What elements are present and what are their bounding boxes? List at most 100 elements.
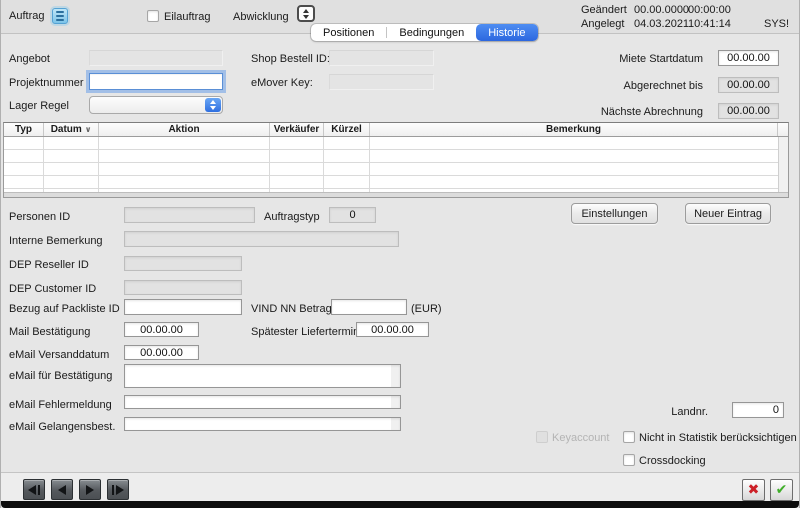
lager-regel-label: Lager Regel [9, 100, 69, 112]
spaetester-liefertermin-label: Spätester Liefertermin [251, 326, 359, 338]
eilauftrag-checkbox[interactable] [147, 10, 159, 22]
modified-time: 00:00:00 [688, 4, 731, 16]
tab-bedingungen[interactable]: Bedingungen [387, 24, 476, 41]
projektnummer-input[interactable] [89, 73, 223, 90]
abgerechnet-bis-field: 00.00.00 [718, 77, 779, 93]
first-record-icon [28, 485, 36, 495]
tab-bar: Positionen Bedingungen Historie [311, 24, 538, 41]
auftragstyp-field: 0 [329, 207, 376, 223]
email-versanddatum-label: eMail Versanddatum [9, 349, 109, 361]
table-scrollbar[interactable] [778, 137, 788, 193]
table-row[interactable] [4, 176, 788, 189]
confirm-button[interactable]: ✔ [770, 479, 793, 501]
order-list-icon[interactable] [52, 8, 68, 24]
history-table-body [4, 137, 788, 193]
column-header-verkaeufer[interactable]: Verkäufer [270, 123, 324, 136]
angebot-field [89, 50, 223, 66]
keyaccount-label: Keyaccount [552, 432, 609, 444]
naechste-abrechnung-field: 00.00.00 [718, 103, 779, 119]
table-row[interactable] [4, 150, 788, 163]
personen-id-label: Personen ID [9, 211, 70, 223]
first-record-bar [38, 485, 40, 495]
neuer-eintrag-button[interactable]: Neuer Eintrag [685, 203, 771, 224]
landnr-label: Landnr. [641, 406, 708, 418]
miete-startdatum-field[interactable]: 00.00.00 [718, 50, 779, 66]
projektnummer-label: Projektnummer [9, 77, 84, 89]
previous-record-icon [58, 485, 66, 495]
vind-nn-betrag-input[interactable] [331, 299, 407, 315]
window-title: Auftrag [9, 10, 44, 22]
abwicklung-label: Abwicklung [233, 11, 289, 23]
dep-reseller-id-field [124, 256, 242, 271]
previous-record-button[interactable] [51, 479, 73, 500]
auftrag-window: Auftrag Eilauftrag Abwicklung Geändert 0… [0, 0, 800, 508]
history-table: Typ Datum∨ Aktion Verkäufer Kürzel Bemer… [3, 122, 789, 198]
dep-reseller-id-label: DEP Reseller ID [9, 259, 89, 271]
modified-date: 00.00.0000 [634, 4, 689, 16]
email-gelangensbest-field[interactable] [124, 417, 401, 431]
created-user: SYS! [764, 18, 789, 30]
einstellungen-button[interactable]: Einstellungen [571, 203, 658, 224]
dep-customer-id-label: DEP Customer ID [9, 283, 96, 295]
spaetester-liefertermin-field[interactable]: 00.00.00 [356, 322, 429, 337]
table-row[interactable] [4, 137, 788, 150]
email-fehlermeldung-field[interactable] [124, 395, 401, 409]
angebot-label: Angebot [9, 53, 50, 65]
miete-startdatum-label: Miete Startdatum [591, 53, 703, 65]
last-record-bar [112, 485, 114, 495]
table-row[interactable] [4, 163, 788, 176]
landnr-field[interactable]: 0 [732, 402, 784, 418]
popup-up-icon [210, 100, 216, 104]
first-record-button[interactable] [23, 479, 45, 500]
created-date: 04.03.2021 [634, 18, 689, 30]
dep-customer-id-field [124, 280, 242, 295]
abwicklung-stepper[interactable] [297, 5, 315, 22]
table-bottom-strip [4, 192, 788, 197]
history-table-header: Typ Datum∨ Aktion Verkäufer Kürzel Bemer… [4, 123, 788, 137]
column-header-kuerzel[interactable]: Kürzel [324, 123, 370, 136]
popup-down-icon [210, 106, 216, 110]
statistik-label: Nicht in Statistik berücksichtigen [639, 432, 797, 444]
crossdocking-label: Crossdocking [639, 455, 706, 467]
confirm-check-icon: ✔ [776, 482, 788, 498]
email-versanddatum-field[interactable]: 00.00.00 [124, 345, 199, 360]
next-record-button[interactable] [79, 479, 101, 500]
cancel-button[interactable]: ✖ [742, 479, 765, 501]
personen-id-field [124, 207, 255, 223]
column-header-aktion[interactable]: Aktion [99, 123, 270, 136]
popup-stepper-icon [205, 98, 221, 112]
vind-nn-betrag-label: VIND NN Betrag [251, 303, 332, 315]
sort-chevron-icon: ∨ [85, 126, 92, 134]
interne-bemerkung-label: Interne Bemerkung [9, 235, 103, 247]
modified-label: Geändert [581, 4, 627, 16]
abgerechnet-bis-label: Abgerechnet bis [591, 80, 703, 92]
tab-positionen[interactable]: Positionen [311, 24, 386, 41]
bezug-packliste-input[interactable] [124, 299, 242, 315]
tab-historie[interactable]: Historie [476, 24, 537, 41]
shop-bestell-id-label: Shop Bestell ID: [251, 53, 330, 65]
emover-key-label: eMover Key: [251, 77, 313, 89]
keyaccount-checkbox [536, 431, 548, 443]
column-header-spacer [778, 123, 788, 136]
emover-key-field [329, 74, 434, 90]
created-label: Angelegt [581, 18, 624, 30]
statistik-checkbox[interactable] [623, 431, 635, 443]
stepper-down-icon [303, 15, 309, 19]
column-header-typ[interactable]: Typ [4, 123, 44, 136]
naechste-abrechnung-label: Nächste Abrechnung [591, 106, 703, 118]
email-bestaetigung-label: eMail für Bestätigung [9, 370, 112, 382]
window-bottom-edge [1, 501, 799, 508]
lager-regel-popup[interactable] [89, 96, 223, 114]
cancel-x-icon: ✖ [748, 482, 760, 498]
column-header-datum[interactable]: Datum∨ [44, 123, 99, 136]
auftragstyp-label: Auftragstyp [264, 211, 320, 223]
created-time: 10:41:14 [688, 18, 731, 30]
column-header-bemerkung[interactable]: Bemerkung [370, 123, 778, 136]
email-bestaetigung-field[interactable] [124, 364, 401, 388]
mail-bestaetigung-field[interactable]: 00.00.00 [124, 322, 199, 337]
last-record-button[interactable] [107, 479, 129, 500]
email-gelangensbest-label: eMail Gelangensbest. [9, 421, 115, 433]
bezug-packliste-label: Bezug auf Packliste ID [9, 303, 120, 315]
crossdocking-checkbox[interactable] [623, 454, 635, 466]
interne-bemerkung-field [124, 231, 399, 247]
